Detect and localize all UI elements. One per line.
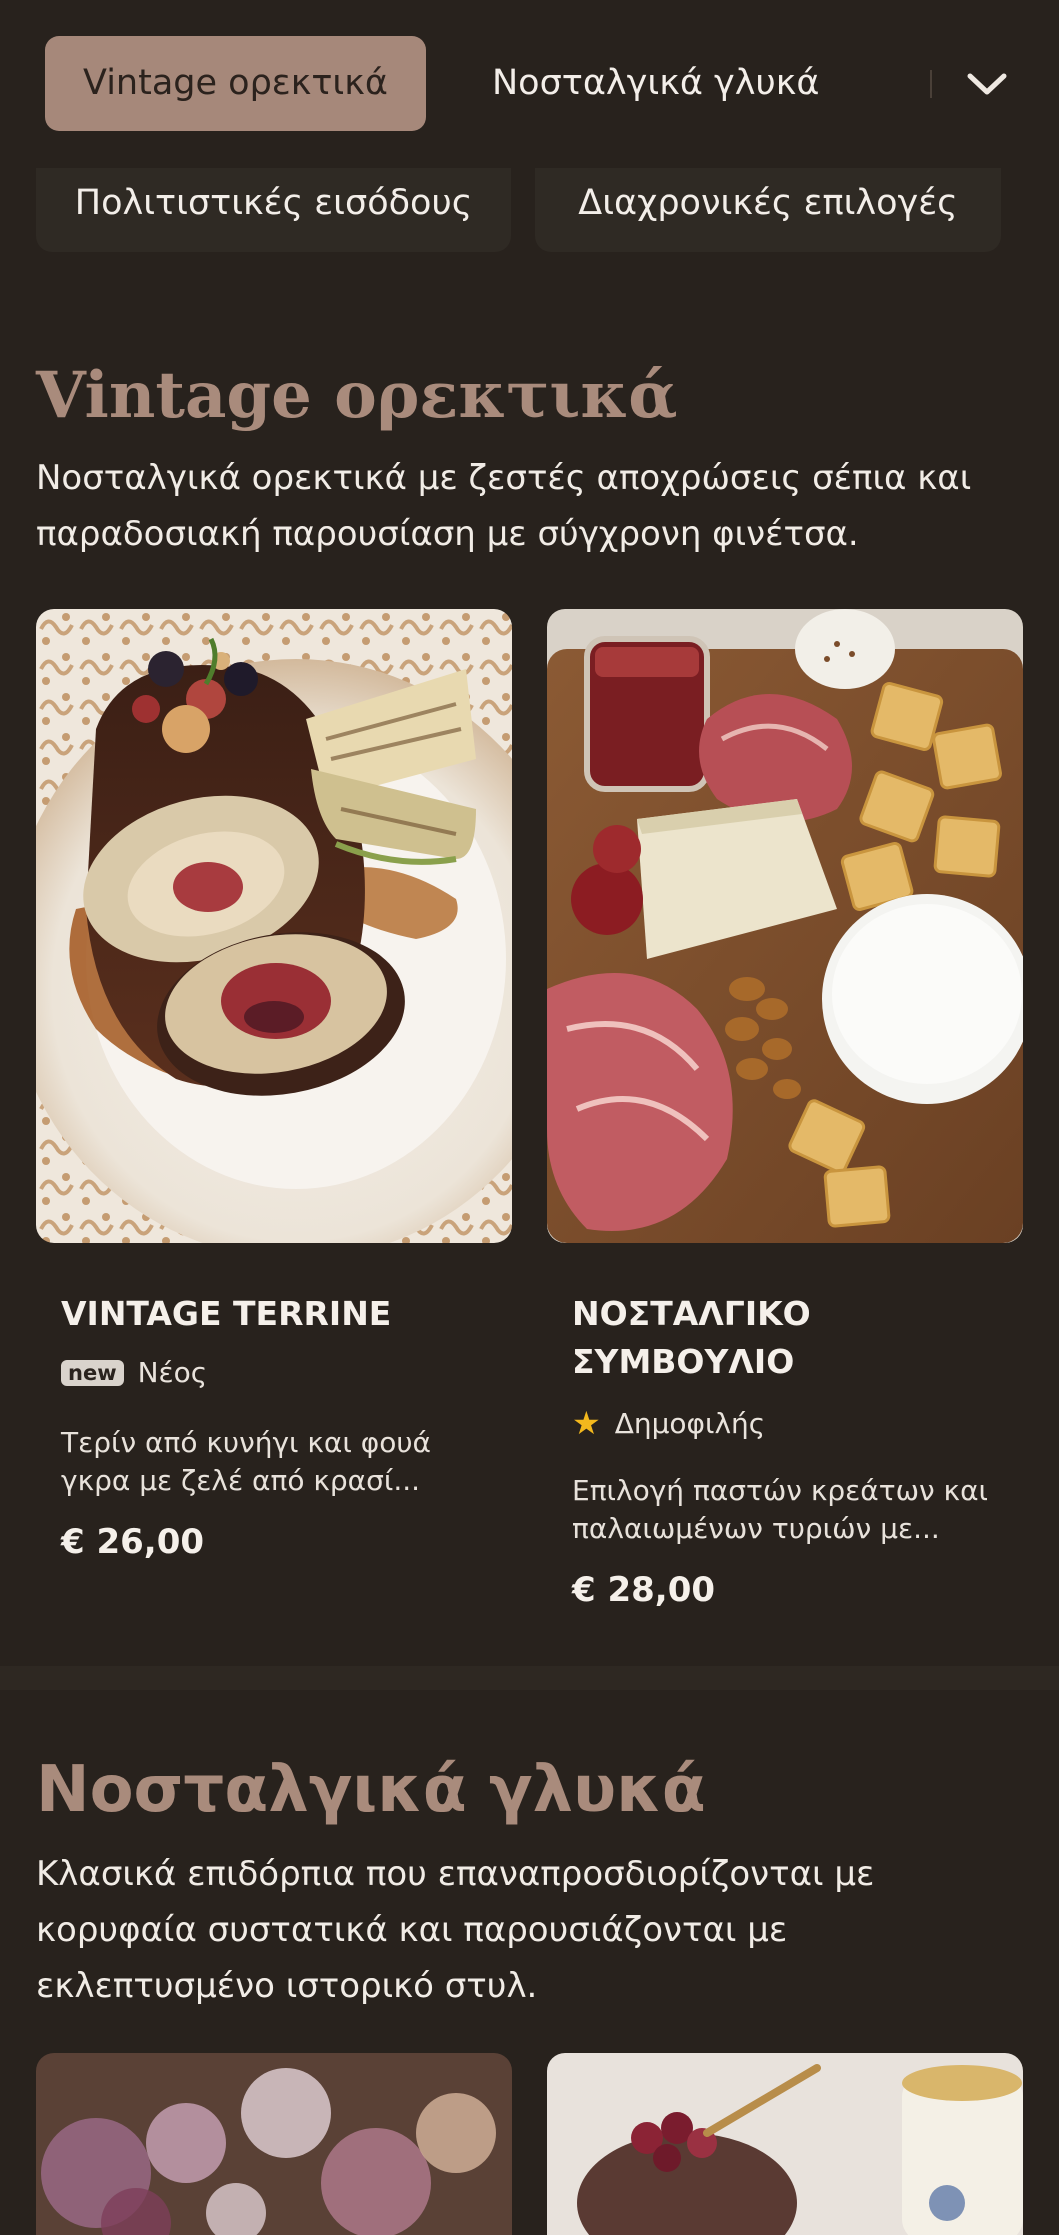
item-price: € 26,00	[61, 1522, 205, 1562]
category-tab-timeless-choices[interactable]: Διαχρονικές επιλογές	[535, 168, 1001, 252]
item-name[interactable]: VINTAGE TERRINE	[61, 1290, 481, 1338]
chevron-down-icon[interactable]	[962, 60, 1012, 110]
star-icon: ★	[572, 1404, 601, 1442]
section-separator	[0, 1666, 1059, 1690]
category-tab-vintage-appetizers[interactable]: Vintage ορεκτικά	[45, 36, 426, 131]
sweet-item-image[interactable]	[547, 2053, 1023, 2235]
badge-label: Νέος	[137, 1356, 208, 1389]
vintage-terrine-image[interactable]	[36, 609, 512, 1243]
new-badge: new	[61, 1359, 124, 1386]
item-badge: ★ Δημοφιλής	[572, 1404, 765, 1442]
section-title: Νοσταλγικά γλυκά	[36, 1753, 706, 1827]
category-tab-nostalgic-sweets[interactable]: Νοσταλγικά γλυκά	[492, 36, 819, 131]
nostalgic-board-image[interactable]	[547, 609, 1023, 1243]
item-description: Επιλογή παστών κρεάτων και παλαιωμένων τ…	[572, 1474, 988, 1545]
nav-divider	[930, 70, 932, 98]
category-nav: Vintage ορεκτικά Νοσταλγικά γλυκά	[0, 0, 1059, 168]
item-description: Τερίν από κυνήγι και φουά γκρα με ζελέ α…	[61, 1426, 432, 1497]
item-price: € 28,00	[572, 1570, 716, 1610]
menu-page: Vintage ορεκτικά Νοσταλγικά γλυκά Πολιτι…	[0, 0, 1059, 2235]
badge-label: Δημοφιλής	[614, 1406, 766, 1440]
section-description: Νοσταλγικά ορεκτικά με ζεστές αποχρώσεις…	[36, 458, 972, 554]
category-tab-cultural-starters[interactable]: Πολιτιστικές εισόδους	[36, 168, 511, 252]
item-name[interactable]: ΝΟΣΤΑΛΓΙΚΟ ΣΥΜΒΟΥΛΙΟ	[572, 1290, 992, 1386]
item-badge: new Νέος	[61, 1356, 207, 1389]
sweet-item-image[interactable]	[36, 2053, 512, 2235]
section-title: Vintage ορεκτικά	[36, 358, 678, 433]
section-description: Κλασικά επιδόρπια που επαναπροσδιορίζοντ…	[36, 1854, 875, 2006]
